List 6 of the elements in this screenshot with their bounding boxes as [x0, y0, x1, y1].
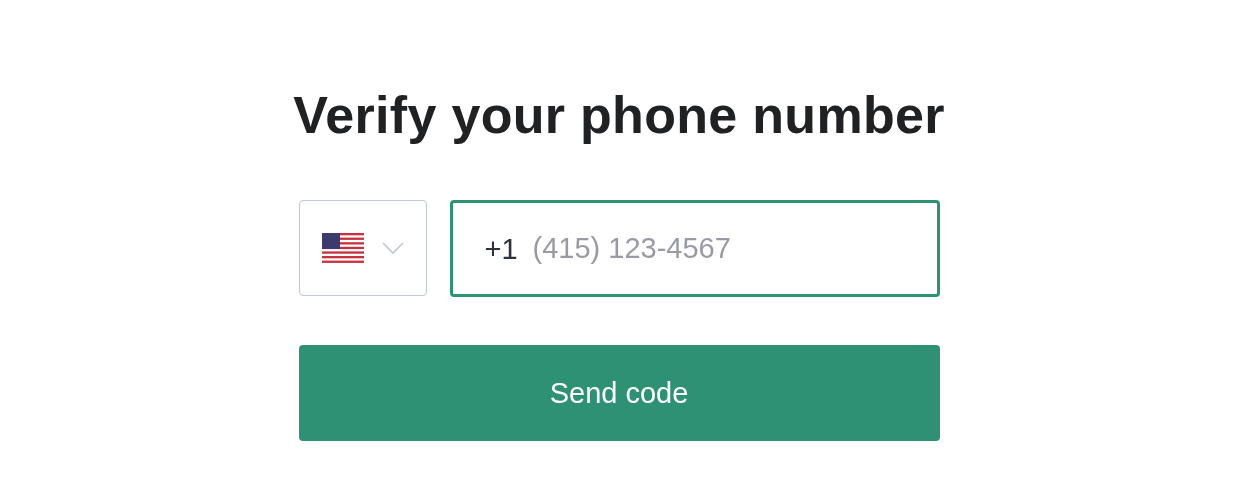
send-code-button[interactable]: Send code	[298, 345, 940, 441]
page-title: Verify your phone number	[293, 85, 945, 146]
chevron-down-icon	[381, 242, 404, 254]
country-code: +1	[484, 232, 518, 265]
country-select[interactable]	[298, 200, 427, 296]
flag-icon	[321, 233, 364, 263]
